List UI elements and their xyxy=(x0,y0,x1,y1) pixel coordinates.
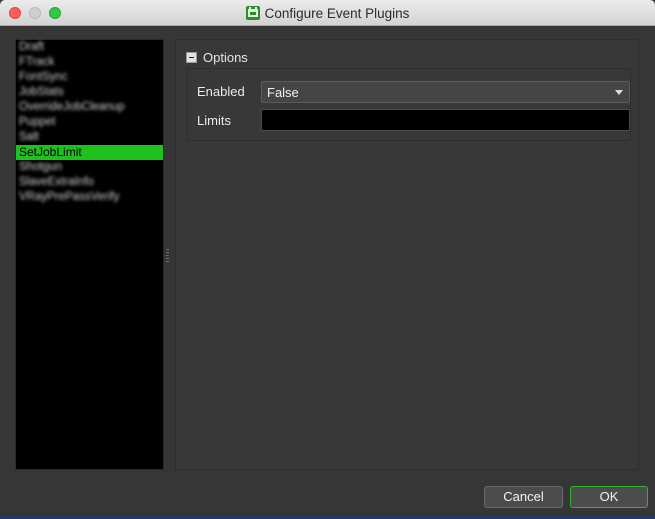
deadline-monitor-icon xyxy=(245,6,260,20)
limits-input[interactable] xyxy=(261,109,630,131)
plugin-list-item[interactable]: VRayPrePassVerify xyxy=(16,190,163,205)
plugin-list-item[interactable]: FontSync xyxy=(16,70,163,85)
chevron-down-icon xyxy=(615,90,623,95)
configure-event-plugins-window: Configure Event Plugins Draft FTrack FontS… xyxy=(0,0,655,519)
background-window-edge xyxy=(0,515,655,519)
plugin-list-item[interactable]: Shotgun xyxy=(16,160,163,175)
options-group-header[interactable]: Options xyxy=(186,49,248,65)
enabled-label: Enabled xyxy=(197,84,245,99)
ok-button[interactable]: OK xyxy=(570,486,648,508)
plugin-list-item[interactable]: Draft xyxy=(16,40,163,55)
plugin-list-item[interactable]: Salt xyxy=(16,130,163,145)
plugin-list-item[interactable]: JobStats xyxy=(16,85,163,100)
plugin-list-item[interactable]: Puppet xyxy=(16,115,163,130)
plugin-list-item[interactable]: SlaveExtraInfo xyxy=(16,175,163,190)
splitter-handle[interactable] xyxy=(166,249,169,263)
title-area: Configure Event Plugins xyxy=(0,0,655,26)
limits-label: Limits xyxy=(197,113,231,128)
plugin-list-item[interactable]: SetJobLimit xyxy=(16,145,163,160)
plugin-options-panel: Options Enabled False Limits xyxy=(175,39,639,470)
enabled-dropdown-value: False xyxy=(267,85,299,100)
options-group-box: Enabled False Limits xyxy=(187,68,631,141)
plugin-list-item[interactable]: FTrack xyxy=(16,55,163,70)
options-group-title: Options xyxy=(203,49,248,65)
cancel-button[interactable]: Cancel xyxy=(484,486,563,508)
collapse-minus-icon[interactable] xyxy=(186,51,197,63)
enabled-dropdown[interactable]: False xyxy=(261,81,630,103)
window-title: Configure Event Plugins xyxy=(264,5,410,21)
event-plugin-list[interactable]: Draft FTrack FontSync JobStats OverrideJobCl… xyxy=(15,39,164,470)
title-bar[interactable]: Configure Event Plugins xyxy=(0,0,655,26)
plugin-list-item[interactable]: OverrideJobCleanup xyxy=(16,100,163,115)
